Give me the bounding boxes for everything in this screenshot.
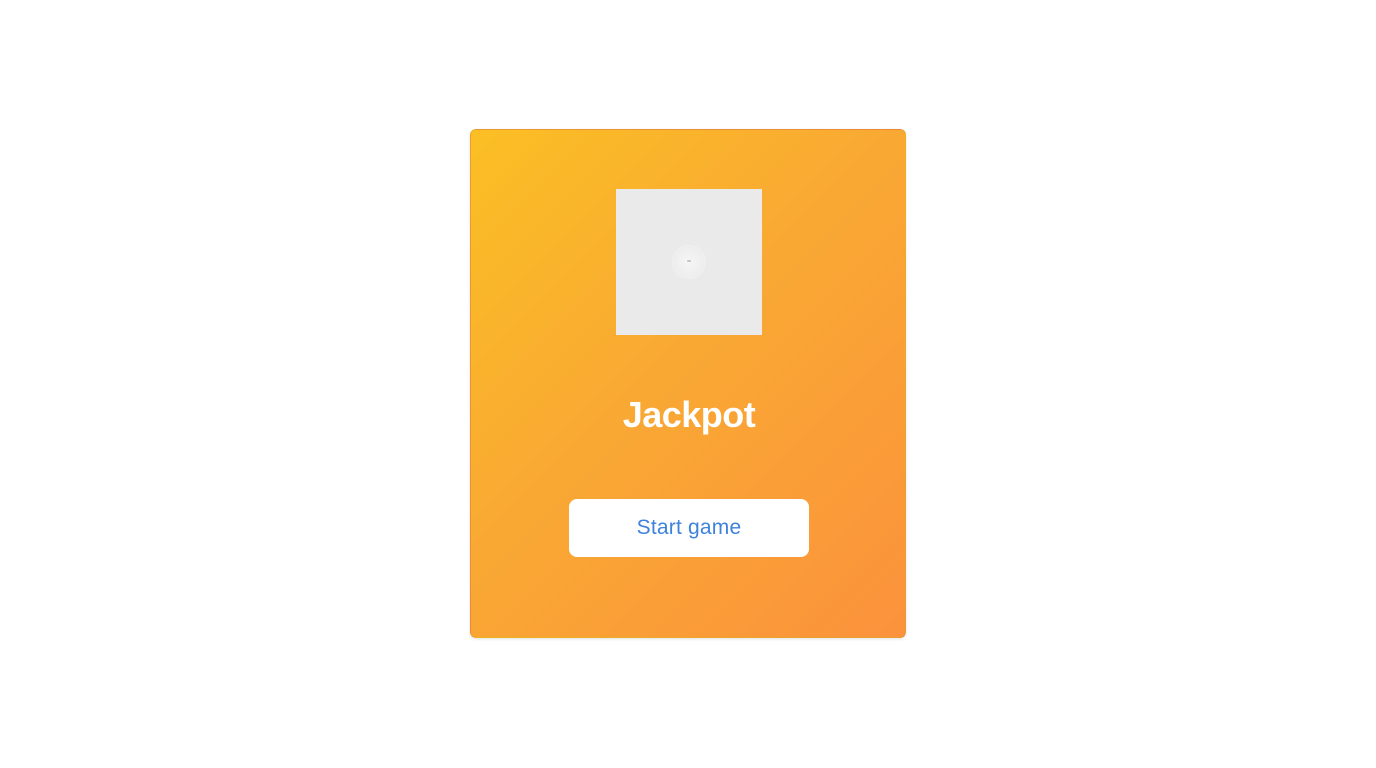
page: ≈ Jackpot Start game	[0, 0, 1376, 768]
loading-spinner-icon: ≈	[673, 246, 705, 278]
game-title: Jackpot	[622, 394, 756, 435]
start-game-button[interactable]: Start game	[569, 499, 809, 557]
game-cover-image: ≈	[616, 189, 762, 335]
game-card: ≈ Jackpot Start game	[470, 129, 906, 638]
loading-indicator-glyph: ≈	[686, 258, 692, 265]
